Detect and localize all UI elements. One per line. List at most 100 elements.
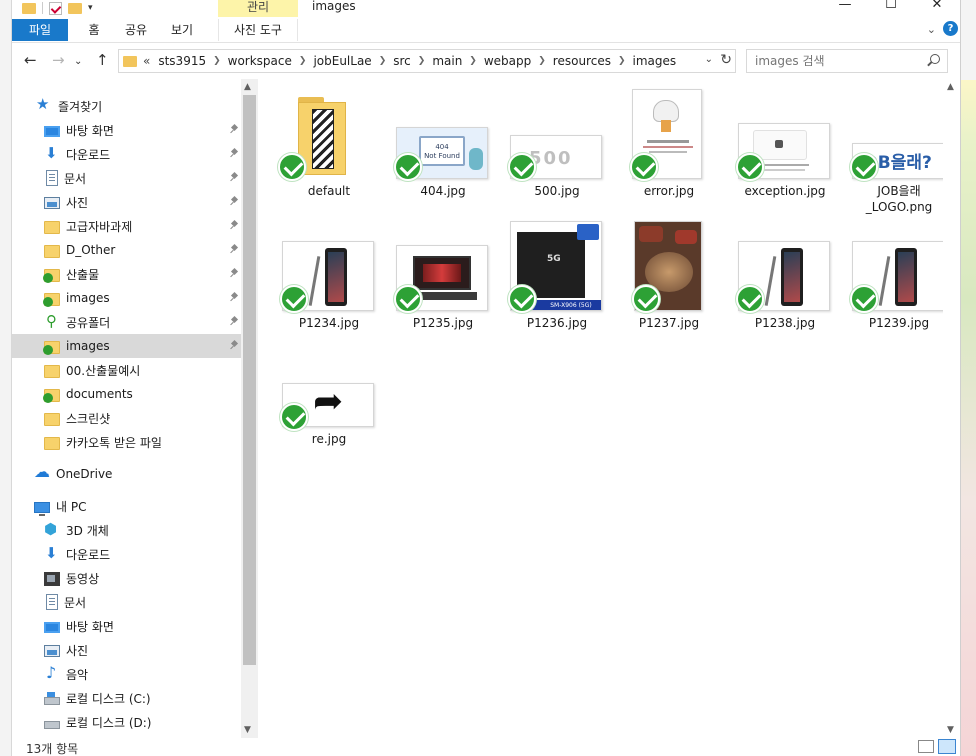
pin-icon[interactable] — [230, 293, 238, 301]
breadcrumb-chevron-icon[interactable]: ❯ — [299, 56, 307, 66]
nav-item-folder[interactable]: 카카오톡 받은 파일 — [12, 430, 242, 454]
back-button[interactable]: ← — [24, 52, 37, 68]
tab-share[interactable]: 공유 — [116, 19, 156, 41]
nav-item-music[interactable]: 음악 — [12, 662, 242, 686]
nav-item-shared-folder[interactable]: 공유폴더 — [12, 310, 242, 334]
file-item[interactable]: JOB을래? JOB을래 _LOGO.png — [846, 93, 952, 219]
nav-item-drive-c[interactable]: 로컬 디스크 (C:) — [12, 686, 242, 710]
address-overflow[interactable]: « — [143, 54, 150, 68]
pin-icon[interactable] — [230, 149, 238, 157]
file-item[interactable]: P1235.jpg — [390, 227, 496, 337]
nav-item-folder[interactable]: 00.산출물예시 — [12, 358, 242, 382]
file-item[interactable]: default — [276, 93, 382, 203]
tab-home[interactable]: 홈 — [76, 19, 112, 41]
breadcrumb-item[interactable]: webapp — [484, 54, 531, 68]
minimize-button[interactable]: — — [822, 0, 868, 18]
breadcrumb-item[interactable]: sts3915 — [158, 54, 206, 68]
up-button[interactable]: ↑ — [96, 52, 109, 68]
nav-item-onedrive[interactable]: OneDrive — [12, 462, 242, 486]
nav-item-downloads[interactable]: 다운로드 — [12, 142, 242, 166]
nav-item-this-pc[interactable]: 내 PC — [12, 494, 242, 518]
file-item[interactable]: 5G SM-X906 (5G) P1236.jpg — [504, 219, 610, 337]
file-item[interactable]: P1239.jpg — [846, 227, 952, 337]
tab-picture-tools[interactable]: 사진 도구 — [218, 19, 298, 41]
nav-item-folder[interactable]: 고급자바과제 — [12, 214, 242, 238]
nav-item-desktop[interactable]: 바탕 화면 — [12, 118, 242, 142]
file-list[interactable]: default 404 Not Found 404.jpg 500 500.jp… — [258, 79, 960, 738]
breadcrumb-chevron-icon[interactable]: ❯ — [213, 56, 221, 66]
breadcrumb-chevron-icon[interactable]: ❯ — [538, 56, 546, 66]
file-item[interactable]: P1237.jpg — [616, 219, 722, 337]
help-icon[interactable]: ? — [943, 21, 958, 36]
scroll-up-icon[interactable]: ▲ — [244, 82, 251, 92]
customize-toolbar-icon[interactable]: ▾ — [88, 3, 93, 13]
forward-button[interactable]: → — [52, 52, 65, 68]
breadcrumb-item[interactable]: jobEulLae — [313, 54, 371, 68]
large-icons-view-icon[interactable] — [938, 739, 956, 754]
nav-item-folder[interactable]: 스크린샷 — [12, 406, 242, 430]
nav-item-drive-d[interactable]: 로컬 디스크 (D:) — [12, 710, 242, 734]
search-icon[interactable] — [930, 54, 940, 64]
quick-access[interactable]: 즐겨찾기 — [36, 94, 246, 118]
pin-icon[interactable] — [230, 341, 238, 349]
chevron-down-icon[interactable]: ⌄ — [927, 23, 936, 36]
folder-icon[interactable] — [22, 2, 36, 14]
file-item[interactable]: 500 500.jpg — [504, 93, 610, 203]
maximize-button[interactable]: ☐ — [868, 0, 914, 18]
nav-item-documents[interactable]: 문서 — [12, 590, 242, 614]
chevron-down-icon[interactable]: ⌄ — [705, 54, 713, 65]
close-button[interactable]: ✕ — [914, 0, 960, 18]
pin-icon[interactable] — [230, 125, 238, 133]
file-item[interactable]: P1234.jpg — [276, 227, 382, 337]
details-view-icon[interactable] — [918, 740, 934, 753]
breadcrumb-item[interactable]: workspace — [228, 54, 292, 68]
new-folder-icon[interactable] — [68, 2, 82, 14]
refresh-icon[interactable]: ↻ — [720, 52, 732, 68]
pin-icon[interactable] — [230, 317, 238, 325]
pin-icon[interactable] — [230, 269, 238, 277]
nav-item-folder[interactable]: D_Other — [12, 238, 242, 262]
nav-item-videos[interactable]: 동영상 — [12, 566, 242, 590]
breadcrumb-item[interactable]: resources — [553, 54, 611, 68]
content-scrollbar[interactable]: ▲ ▼ — [943, 79, 960, 738]
breadcrumb-item[interactable]: src — [393, 54, 411, 68]
tab-file[interactable]: 파일 — [12, 19, 68, 41]
nav-item-folder[interactable]: images — [12, 286, 242, 310]
file-item[interactable]: 404 Not Found 404.jpg — [390, 93, 496, 203]
nav-item-pictures[interactable]: 사진 — [12, 190, 242, 214]
breadcrumb-chevron-icon[interactable]: ❯ — [618, 56, 626, 66]
pin-icon[interactable] — [230, 197, 238, 205]
recent-locations-icon[interactable]: ⌄ — [74, 54, 82, 70]
nav-item-folder[interactable]: 산출물 — [12, 262, 242, 286]
breadcrumb-item[interactable]: images — [633, 54, 677, 68]
nav-item-downloads[interactable]: 다운로드 — [12, 542, 242, 566]
scrollbar-thumb[interactable] — [243, 95, 256, 665]
context-tab-manage[interactable]: 관리 — [218, 0, 298, 17]
properties-icon[interactable] — [49, 1, 62, 15]
address-bar[interactable]: « sts3915 ❯ workspace ❯ jobEulLae ❯ src … — [118, 49, 736, 73]
nav-item-desktop[interactable]: 바탕 화면 — [12, 614, 242, 638]
breadcrumb-chevron-icon[interactable]: ❯ — [418, 56, 426, 66]
nav-item-documents[interactable]: 문서 — [12, 166, 242, 190]
nav-item-3d-objects[interactable]: 3D 개체 — [12, 518, 242, 542]
pin-icon[interactable] — [230, 245, 238, 253]
nav-pane-scrollbar[interactable]: ▲ ▼ — [241, 79, 258, 738]
scroll-down-icon[interactable]: ▼ — [947, 725, 954, 735]
file-item[interactable]: P1238.jpg — [732, 227, 838, 337]
search-input[interactable] — [747, 50, 917, 72]
file-item[interactable]: ➦ re.jpg — [276, 369, 382, 459]
tab-view[interactable]: 보기 — [162, 19, 202, 41]
file-item[interactable]: error.jpg — [616, 89, 722, 203]
pin-icon[interactable] — [230, 221, 238, 229]
search-box[interactable] — [746, 49, 948, 73]
scroll-down-icon[interactable]: ▼ — [244, 725, 251, 735]
nav-item-pictures[interactable]: 사진 — [12, 638, 242, 662]
breadcrumb-chevron-icon[interactable]: ❯ — [379, 56, 387, 66]
breadcrumb-chevron-icon[interactable]: ❯ — [469, 56, 477, 66]
nav-item-current-folder[interactable]: images — [12, 334, 242, 358]
scroll-up-icon[interactable]: ▲ — [947, 82, 954, 92]
nav-item-folder[interactable]: documents — [12, 382, 242, 406]
pin-icon[interactable] — [230, 173, 238, 181]
file-item[interactable]: exception.jpg — [732, 93, 838, 203]
breadcrumb-item[interactable]: main — [432, 54, 462, 68]
